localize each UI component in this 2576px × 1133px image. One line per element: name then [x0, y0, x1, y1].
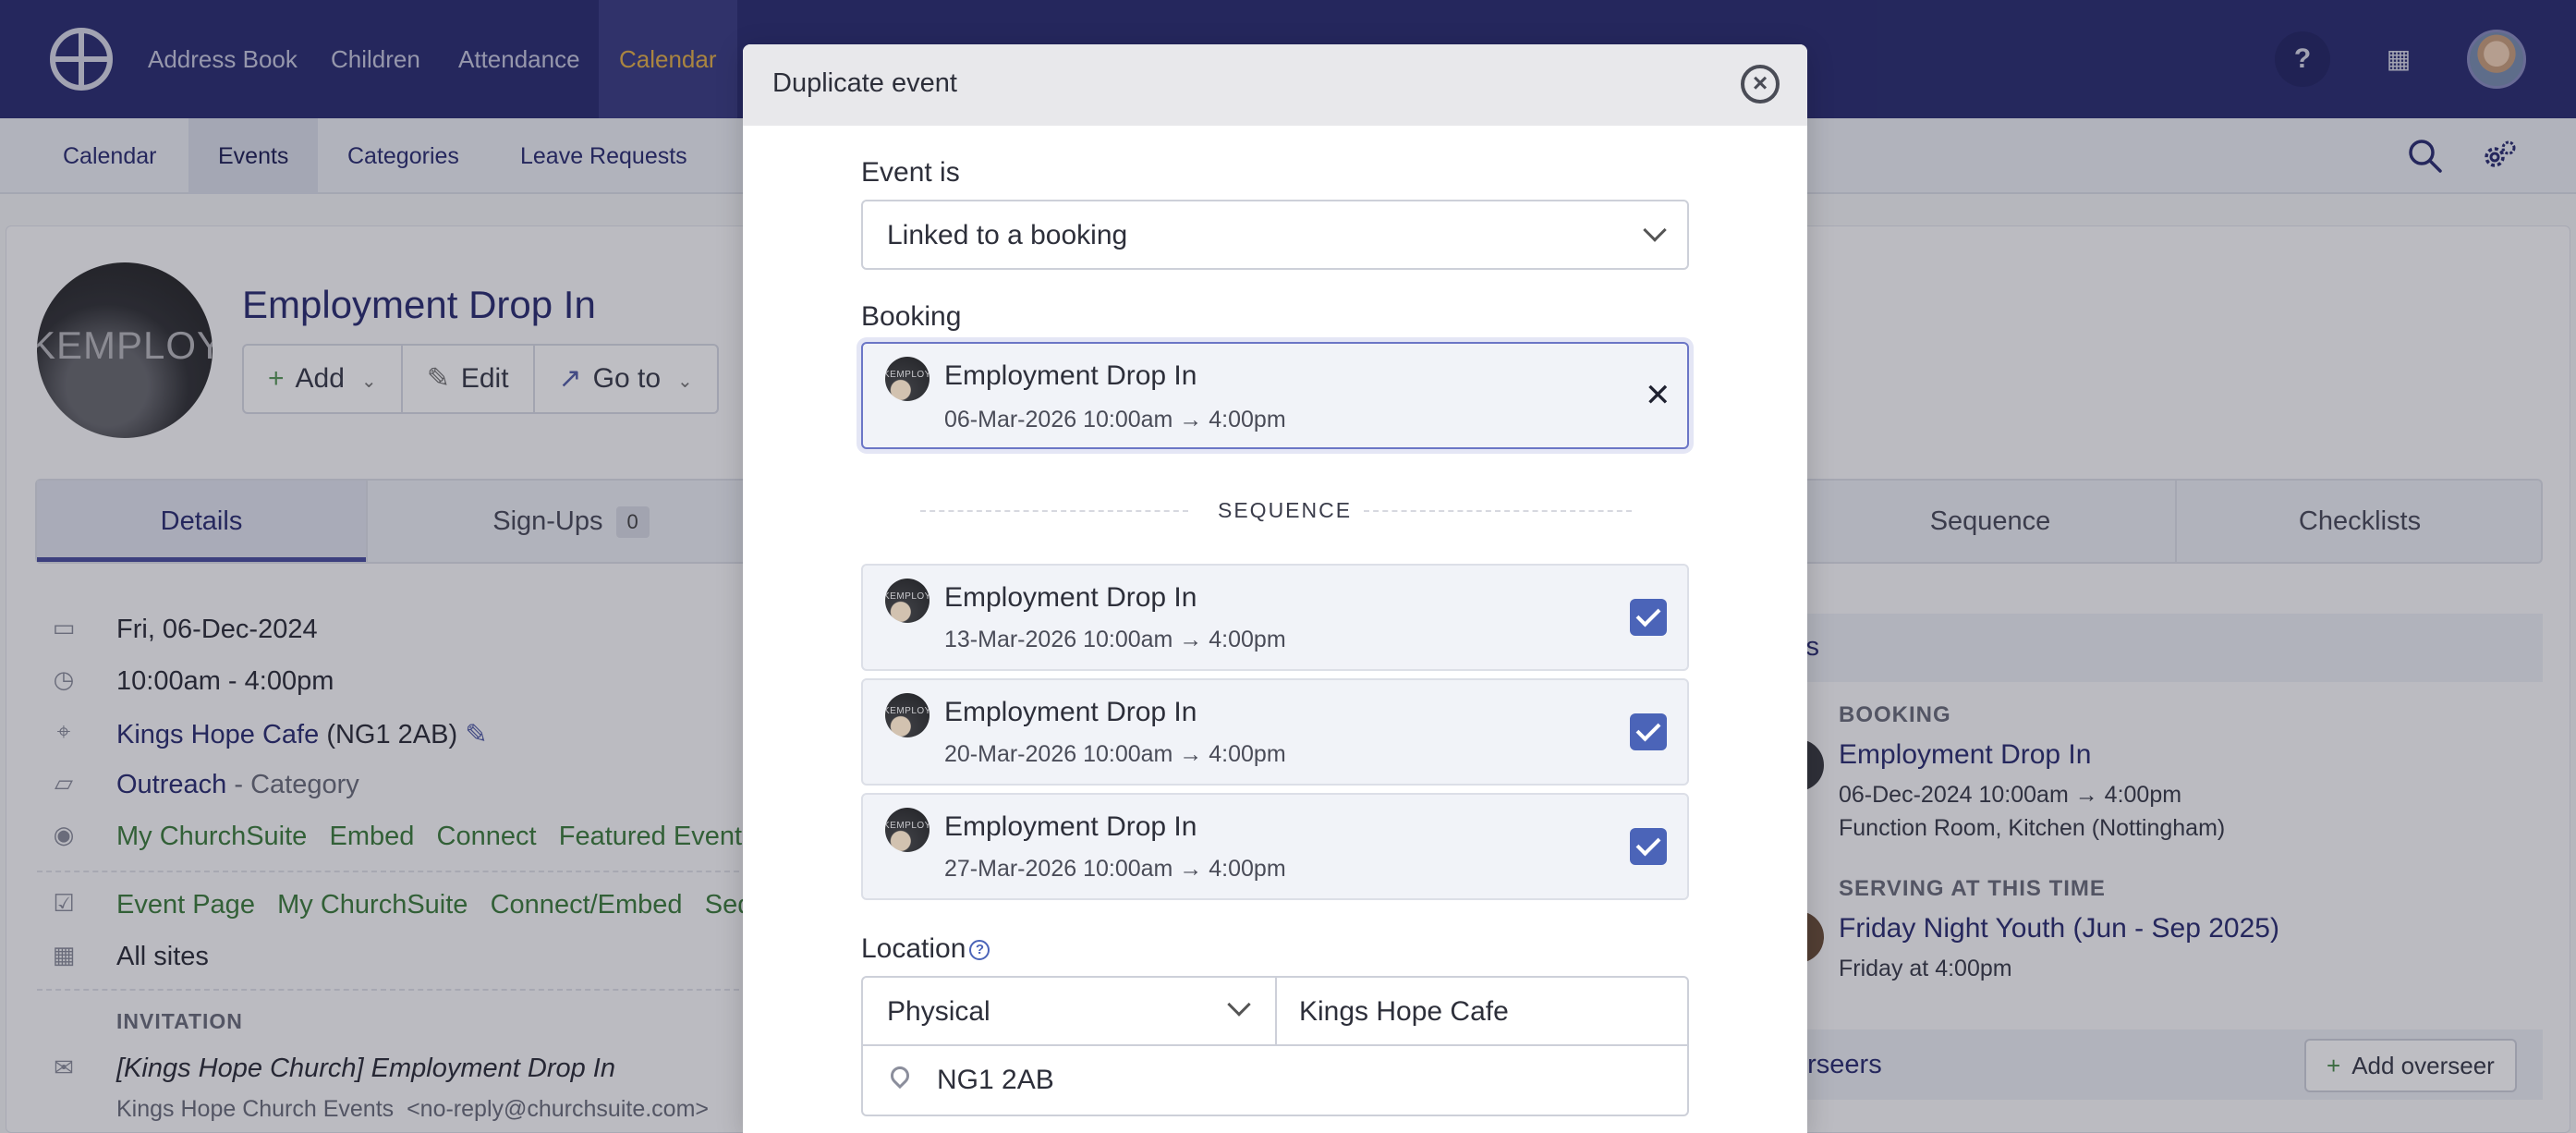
duplicate-event-modal: Duplicate event × Event is Linked to a b… [743, 44, 1807, 1133]
location-type-select[interactable]: Physical [863, 978, 1277, 1046]
booking-thumbnail: KEMPLOY [885, 357, 930, 401]
divider [1364, 510, 1632, 512]
map-pin-icon [886, 1062, 914, 1090]
event-thumbnail: KEMPLOY [885, 808, 930, 852]
location-label: Location? [861, 933, 990, 965]
chevron-down-icon [1227, 993, 1251, 1017]
divider [920, 510, 1188, 512]
location-fields: Physical Kings Hope Cafe NG1 2AB [861, 976, 1689, 1116]
location-postcode-input[interactable]: NG1 2AB [863, 1046, 1689, 1116]
event-thumbnail: KEMPLOY [885, 693, 930, 737]
chevron-down-icon [1643, 218, 1667, 242]
sequence-item[interactable]: KEMPLOY Employment Drop In 27-Mar-2026 1… [861, 793, 1689, 900]
booking-label: Booking [861, 301, 962, 332]
sequence-checkbox[interactable] [1630, 599, 1667, 636]
booking-when: 06-Mar-2026 10:00am → 4:00pm [944, 407, 1286, 432]
sequence-checkbox[interactable] [1630, 713, 1667, 750]
location-name-input[interactable]: Kings Hope Cafe [1277, 978, 1689, 1046]
booking-select[interactable]: KEMPLOY Employment Drop In 06-Mar-2026 1… [861, 342, 1689, 449]
sequence-checkbox[interactable] [1630, 828, 1667, 865]
sequence-label: SEQUENCE [1218, 498, 1353, 522]
clear-booking-icon[interactable]: ✕ [1645, 377, 1671, 414]
close-icon[interactable]: × [1741, 65, 1780, 104]
event-is-label: Event is [861, 157, 960, 188]
help-icon[interactable]: ? [969, 940, 990, 961]
modal-header: Duplicate event × [743, 44, 1807, 126]
event-thumbnail: KEMPLOY [885, 579, 930, 623]
modal-title: Duplicate event [772, 68, 957, 98]
sequence-item[interactable]: KEMPLOY Employment Drop In 20-Mar-2026 1… [861, 678, 1689, 786]
booking-title: Employment Drop In [944, 360, 1197, 391]
event-is-select[interactable]: Linked to a booking [861, 200, 1689, 270]
sequence-item[interactable]: KEMPLOY Employment Drop In 13-Mar-2026 1… [861, 564, 1689, 671]
